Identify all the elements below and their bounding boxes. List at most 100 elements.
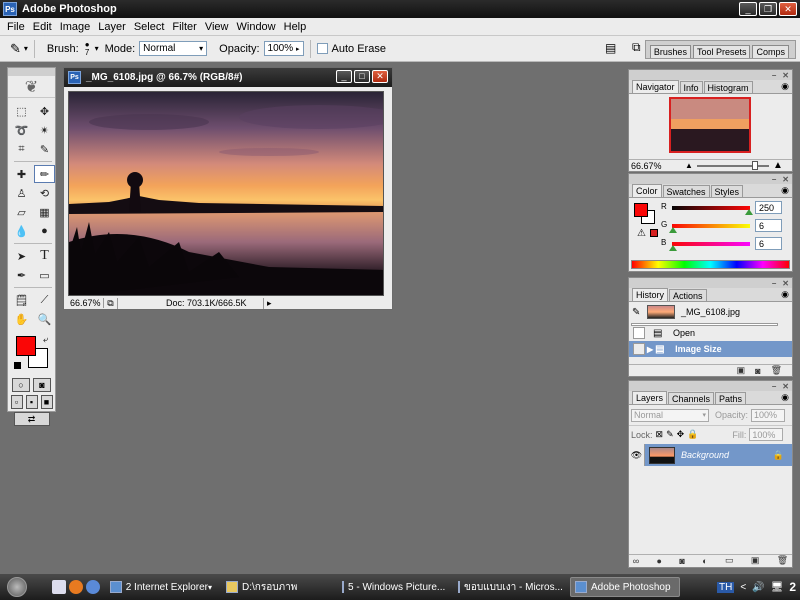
lasso-tool-icon[interactable]: ➰: [11, 121, 32, 139]
new-layer-icon[interactable]: ▣: [751, 555, 760, 566]
panel-menu-icon[interactable]: ◉: [781, 185, 789, 196]
well-tab-comps[interactable]: Comps: [752, 45, 789, 58]
feather-logo-icon[interactable]: ❦: [8, 76, 55, 98]
quick-mask-mode-icon[interactable]: ◙: [33, 378, 51, 392]
panel-menu-icon[interactable]: ◉: [781, 81, 789, 92]
image-canvas[interactable]: [68, 91, 384, 296]
status-menu-arrow-icon[interactable]: ▸: [263, 297, 272, 309]
document-title-bar[interactable]: Ps _MG_6108.jpg @ 66.7% (RGB/8#) _ □ ✕: [64, 68, 392, 87]
navigator-thumbnail[interactable]: [669, 97, 751, 153]
zoom-in-icon[interactable]: ▲: [773, 160, 783, 171]
close-button[interactable]: ✕: [779, 2, 797, 16]
type-tool-icon[interactable]: T: [34, 247, 55, 265]
foreground-color[interactable]: [16, 336, 36, 356]
menu-view[interactable]: View: [201, 21, 233, 33]
magic-wand-tool-icon[interactable]: ✴: [34, 121, 55, 139]
lock-all-icon[interactable]: 🔒: [687, 429, 698, 440]
pen-tool-icon[interactable]: ✒: [11, 266, 32, 284]
taskbar-explorer[interactable]: D:\กรอบภาพ: [222, 577, 332, 597]
well-tab-brushes[interactable]: Brushes: [649, 45, 691, 58]
layer-style-icon[interactable]: ●: [657, 556, 662, 566]
media-icon[interactable]: [86, 580, 100, 594]
standard-mode-icon[interactable]: ○: [12, 378, 30, 392]
clock[interactable]: 2: [789, 580, 796, 594]
firefox-icon[interactable]: [69, 580, 83, 594]
tab-color[interactable]: Color: [632, 184, 662, 197]
color-panel-foreground[interactable]: [634, 203, 648, 217]
gamut-color-swatch[interactable]: [650, 229, 658, 237]
menu-filter[interactable]: Filter: [168, 21, 200, 33]
lock-image-icon[interactable]: ✎: [666, 429, 674, 440]
marquee-tool-icon[interactable]: ⬚: [11, 102, 32, 120]
doc-zoom-level[interactable]: 66.67%: [68, 298, 104, 308]
jump-to-imageready-icon[interactable]: ⇄: [13, 412, 50, 426]
gradient-tool-icon[interactable]: ▦: [34, 203, 55, 221]
panel-menu-icon[interactable]: ◉: [781, 289, 789, 300]
pencil-tool-icon[interactable]: ✏: [34, 165, 55, 183]
new-snapshot-icon[interactable]: ◙: [755, 366, 760, 376]
start-button[interactable]: [0, 574, 34, 600]
swap-colors-icon[interactable]: ⤶: [43, 334, 48, 345]
history-snapshot[interactable]: ✎ _MG_6108.jpg: [629, 303, 792, 321]
doc-minimize-button[interactable]: _: [336, 70, 352, 83]
volume-icon[interactable]: 🔊: [752, 582, 764, 593]
link-layers-icon[interactable]: ∞: [633, 556, 639, 566]
hand-tool-icon[interactable]: ✋: [11, 310, 32, 328]
r-value-field[interactable]: 250: [755, 201, 782, 214]
menu-window[interactable]: Window: [233, 21, 280, 33]
crop-tool-icon[interactable]: ⌗: [11, 140, 32, 158]
minimize-button[interactable]: _: [739, 2, 757, 16]
show-desktop-icon[interactable]: [52, 580, 66, 594]
network-icon[interactable]: 🖥: [771, 582, 784, 593]
history-source-cell[interactable]: [633, 343, 645, 355]
doc-close-button[interactable]: ✕: [372, 70, 388, 83]
panel-header[interactable]: – ✕: [629, 278, 792, 288]
new-document-from-state-icon[interactable]: ▣: [737, 365, 746, 376]
gamut-warning-icon[interactable]: ⚠: [637, 228, 646, 239]
taskbar-photoshop[interactable]: Adobe Photoshop: [570, 577, 680, 597]
history-source-cell[interactable]: [633, 327, 645, 339]
slice-tool-icon[interactable]: ✎: [34, 140, 55, 158]
menu-layer[interactable]: Layer: [94, 21, 130, 33]
move-tool-icon[interactable]: ✥: [34, 102, 55, 120]
delete-layer-icon[interactable]: 🗑: [777, 555, 788, 566]
eyedropper-tool-icon[interactable]: ⟋: [34, 291, 55, 309]
tab-navigator[interactable]: Navigator: [632, 80, 679, 93]
r-slider[interactable]: [672, 206, 750, 210]
toolbox-header[interactable]: [8, 68, 55, 76]
notes-tool-icon[interactable]: 🗒: [11, 291, 32, 309]
fill-field[interactable]: 100%: [749, 428, 784, 441]
zoom-out-icon[interactable]: ▲: [685, 161, 693, 170]
g-slider-knob[interactable]: [669, 227, 677, 233]
screen-mode-full-icon[interactable]: ■: [40, 395, 53, 409]
zoom-tool-icon[interactable]: 🔍: [34, 310, 55, 328]
layer-opacity-field[interactable]: 100%: [751, 408, 786, 422]
tab-swatches[interactable]: Swatches: [662, 185, 710, 197]
dodge-tool-icon[interactable]: ●: [34, 222, 55, 240]
navigator-zoom[interactable]: 66.67%: [631, 161, 662, 171]
opacity-field[interactable]: 100% ▸: [263, 41, 304, 56]
panel-menu-icon[interactable]: ◉: [781, 392, 789, 403]
layer-row-background[interactable]: 👁 Background 🔒: [629, 444, 792, 466]
layer-mask-icon[interactable]: ◙: [679, 556, 684, 566]
color-ramp[interactable]: [631, 260, 790, 269]
screen-mode-standard-icon[interactable]: ▫: [10, 395, 23, 409]
language-icon[interactable]: TH: [716, 581, 735, 593]
b-slider[interactable]: [672, 242, 750, 246]
restore-button[interactable]: ❐: [759, 2, 777, 16]
b-value-field[interactable]: 6: [755, 237, 782, 250]
mode-select[interactable]: Normal ▾: [139, 41, 208, 56]
panel-header[interactable]: – ✕: [629, 174, 792, 184]
clone-stamp-tool-icon[interactable]: ♙: [11, 184, 32, 202]
blend-mode-select[interactable]: Normal ▾: [631, 408, 709, 422]
eraser-tool-icon[interactable]: ▱: [11, 203, 32, 221]
tab-layers[interactable]: Layers: [632, 391, 668, 404]
path-selection-tool-icon[interactable]: ➤: [11, 247, 32, 265]
menu-help[interactable]: Help: [280, 21, 311, 33]
layer-visibility-eye-icon[interactable]: 👁: [629, 444, 645, 466]
tab-info[interactable]: Info: [679, 81, 703, 93]
r-slider-knob[interactable]: [745, 209, 753, 215]
history-brush-tool-icon[interactable]: ⟲: [34, 184, 55, 202]
lock-position-icon[interactable]: ✥: [677, 429, 685, 440]
b-slider-knob[interactable]: [669, 245, 677, 251]
